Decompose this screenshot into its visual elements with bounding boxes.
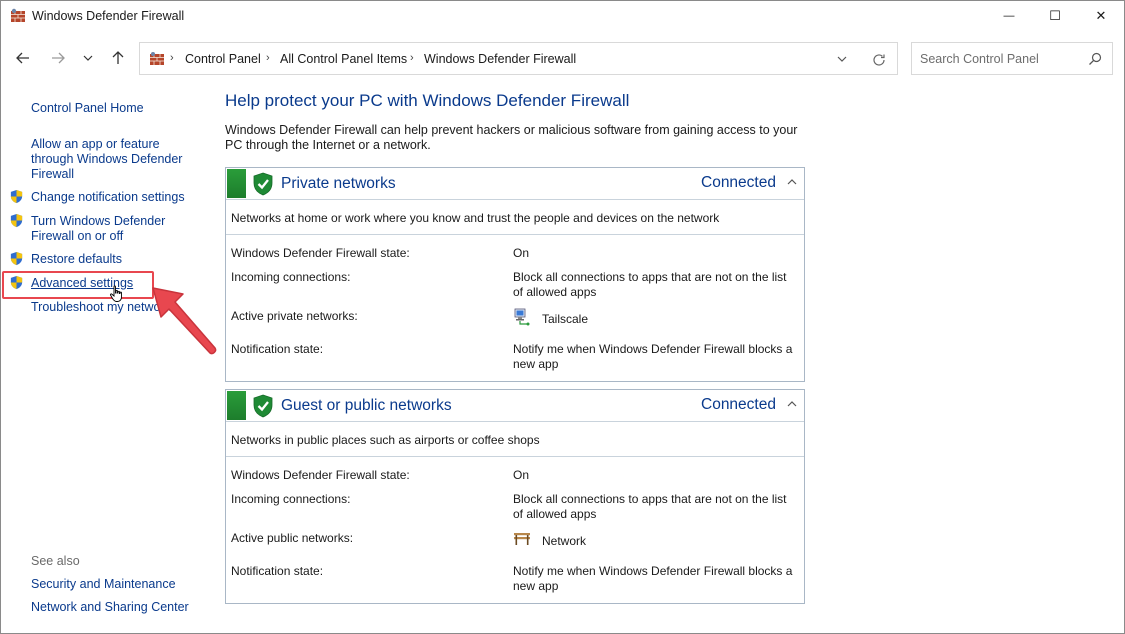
- forward-button[interactable]: [47, 47, 69, 69]
- red-arrow-icon: [152, 287, 217, 355]
- notification-state-label: Notification state:: [231, 342, 324, 356]
- panel-description-text: Networks at home or work where you know …: [231, 211, 720, 225]
- breadcrumb-separator[interactable]: ›: [266, 52, 270, 64]
- panel-title: Private networks: [281, 175, 396, 192]
- active-networks-label: Active public networks:: [231, 531, 354, 545]
- connection-status: Connected: [701, 174, 776, 191]
- arrow-up-icon: [112, 51, 124, 64]
- control-panel-home-link[interactable]: Control Panel Home: [31, 101, 191, 116]
- status-bar: [227, 169, 246, 198]
- close-icon: ✕: [1095, 8, 1107, 23]
- breadcrumb-all-items[interactable]: All Control Panel Items: [280, 52, 407, 66]
- chevron-up-icon[interactable]: [786, 176, 798, 188]
- title-bar[interactable]: Windows Defender Firewall — ☐ ✕: [1, 1, 1124, 33]
- network-computer-icon: [514, 308, 530, 326]
- uac-shield-icon: [10, 213, 23, 228]
- green-check-shield-icon: [253, 394, 273, 418]
- refresh-icon: [873, 54, 885, 66]
- breadcrumb-separator[interactable]: ›: [410, 52, 414, 64]
- window-title: Windows Defender Firewall: [32, 9, 185, 23]
- connection-status: Connected: [701, 396, 776, 413]
- notification-state-value: Notify me when Windows Defender Firewall…: [513, 564, 793, 593]
- breadcrumb-control-panel[interactable]: Control Panel: [185, 52, 261, 66]
- network-sharing-center-link[interactable]: Network and Sharing Center: [31, 600, 191, 615]
- chevron-down-icon: [83, 55, 93, 61]
- control-panel-icon: [150, 52, 164, 65]
- security-maintenance-link[interactable]: Security and Maintenance: [31, 577, 191, 592]
- search-box[interactable]: [911, 42, 1113, 75]
- active-networks-label: Active private networks:: [231, 309, 358, 323]
- back-button[interactable]: [12, 47, 34, 69]
- public-networks-panel: Guest or public networks Connected Netwo…: [225, 389, 805, 604]
- search-input[interactable]: [913, 44, 1083, 73]
- incoming-connections-label: Incoming connections:: [231, 270, 351, 284]
- uac-shield-icon: [10, 251, 23, 266]
- arrow-left-icon: [16, 52, 29, 64]
- page-title: Help protect your PC with Windows Defend…: [225, 91, 630, 110]
- breadcrumb-firewall[interactable]: Windows Defender Firewall: [424, 52, 576, 66]
- firewall-window: Windows Defender Firewall — ☐ ✕ › Contro…: [0, 0, 1125, 634]
- minimize-button[interactable]: —: [986, 1, 1032, 31]
- active-network-name: Network: [542, 534, 587, 548]
- address-dropdown-button[interactable]: [837, 51, 847, 65]
- bench-icon: [514, 533, 530, 545]
- active-network-name: Tailscale: [542, 312, 589, 326]
- panel-title: Guest or public networks: [281, 397, 452, 414]
- green-check-shield-icon: [253, 172, 273, 196]
- notification-state-value: Notify me when Windows Defender Firewall…: [513, 342, 793, 371]
- chevron-up-icon[interactable]: [786, 398, 798, 410]
- firewall-state-value: On: [513, 468, 530, 482]
- recent-locations-button[interactable]: [77, 47, 99, 69]
- incoming-connections-value: Block all connections to apps that are n…: [513, 492, 787, 521]
- notification-state-label: Notification state:: [231, 564, 324, 578]
- public-networks-header[interactable]: Guest or public networks Connected: [226, 390, 804, 422]
- maximize-icon: ☐: [1049, 8, 1061, 23]
- arrow-right-icon: [52, 52, 65, 64]
- panel-description-text: Networks in public places such as airpor…: [231, 433, 540, 447]
- firewall-state-label: Windows Defender Firewall state:: [231, 246, 410, 260]
- private-networks-header[interactable]: Private networks Connected: [226, 168, 804, 200]
- page-description: Windows Defender Firewall can help preve…: [225, 123, 798, 152]
- refresh-button[interactable]: [872, 49, 886, 71]
- close-button[interactable]: ✕: [1078, 1, 1124, 31]
- left-pane: Control Panel Home Allow an app or featu…: [1, 89, 217, 629]
- allow-app-link[interactable]: Allow an app or feature through Windows …: [31, 137, 186, 182]
- incoming-connections-value: Block all connections to apps that are n…: [513, 270, 787, 299]
- change-notification-link[interactable]: Change notification settings: [31, 190, 191, 205]
- firewall-icon: [11, 8, 25, 22]
- panel-description: Networks in public places such as airpor…: [226, 422, 804, 457]
- hand-cursor-icon: [109, 285, 122, 302]
- minimize-icon: —: [1003, 10, 1015, 22]
- firewall-state-label: Windows Defender Firewall state:: [231, 468, 410, 482]
- incoming-connections-label: Incoming connections:: [231, 492, 351, 506]
- search-icon[interactable]: [1088, 52, 1102, 66]
- address-bar[interactable]: › Control Panel › All Control Panel Item…: [139, 42, 898, 75]
- status-bar: [227, 391, 246, 420]
- breadcrumb-separator[interactable]: ›: [170, 52, 174, 64]
- private-networks-panel: Private networks Connected Networks at h…: [225, 167, 805, 382]
- navigation-bar: › Control Panel › All Control Panel Item…: [1, 37, 1124, 81]
- up-button[interactable]: [107, 47, 129, 69]
- restore-defaults-link[interactable]: Restore defaults: [31, 252, 191, 267]
- panel-description: Networks at home or work where you know …: [226, 200, 804, 235]
- firewall-state-value: On: [513, 246, 530, 260]
- highlight-box: [2, 271, 154, 299]
- see-also-label: See also: [31, 554, 80, 568]
- chevron-down-icon: [837, 56, 847, 62]
- maximize-button[interactable]: ☐: [1032, 1, 1078, 31]
- turn-firewall-on-off-link[interactable]: Turn Windows Defender Firewall on or off: [31, 214, 181, 244]
- uac-shield-icon: [10, 189, 23, 204]
